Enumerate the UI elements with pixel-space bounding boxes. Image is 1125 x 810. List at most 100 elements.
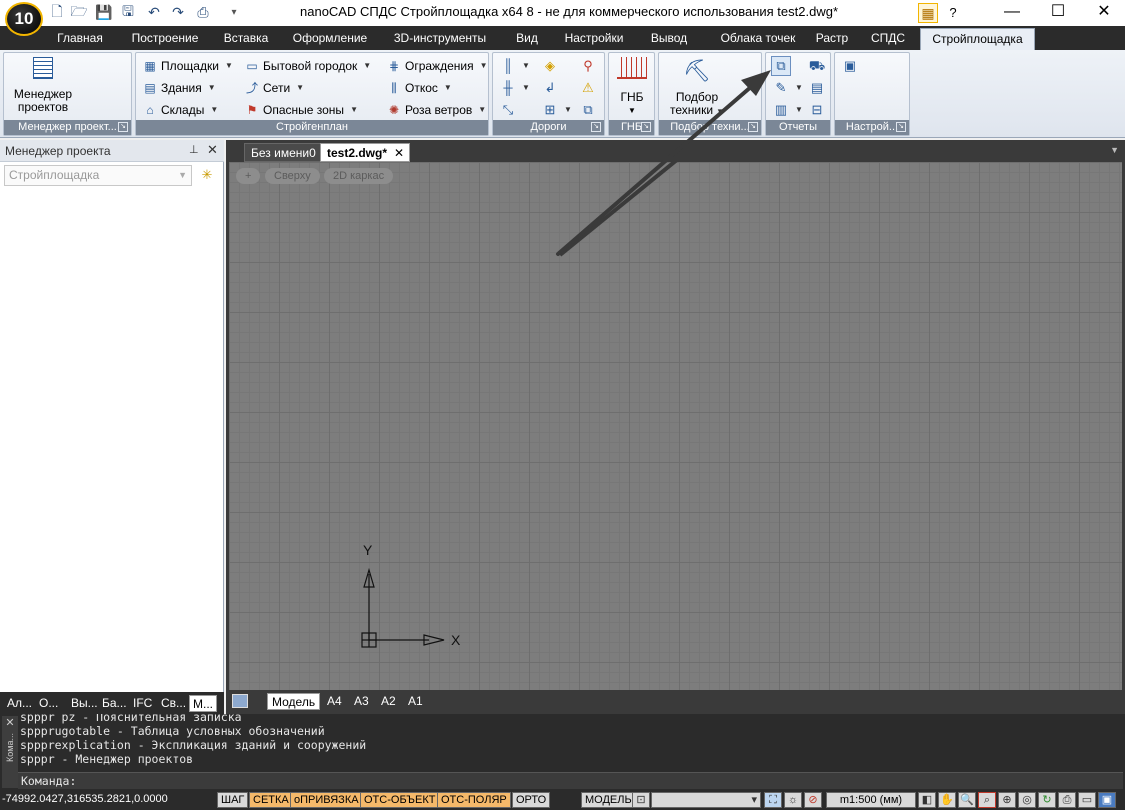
warning-sign-icon[interactable]: ⚠ xyxy=(579,79,597,97)
otkos-button[interactable]: ⫼ Откос ▼ xyxy=(386,78,452,98)
seti-button[interactable]: ⤴ Сети ▼ xyxy=(244,78,304,98)
sklady-button[interactable]: ⌂ Склады ▼ xyxy=(142,100,218,120)
command-window-handle[interactable]: ✕ Кома... xyxy=(2,716,18,788)
pin-road-icon[interactable]: ⚲ xyxy=(579,57,597,75)
tab-main[interactable]: Главная xyxy=(45,26,115,50)
road-curve-icon[interactable]: ⤡ xyxy=(499,101,517,119)
panel-tab[interactable]: Вы... xyxy=(68,695,101,712)
layout-tab-model[interactable]: Модель xyxy=(267,693,321,710)
report-document-icon[interactable]: ▤ xyxy=(808,79,826,97)
tab-design[interactable]: Оформление xyxy=(282,26,378,50)
hatch-icon[interactable]: ◧ xyxy=(918,792,936,808)
panel-tab[interactable]: Св... xyxy=(158,695,189,712)
customize-qa-icon[interactable]: ▾ xyxy=(225,4,243,21)
selection-filter-icon[interactable]: ⛶ xyxy=(764,792,782,808)
tab-spds[interactable]: СПДС xyxy=(862,26,914,50)
layout-tab[interactable]: A3 xyxy=(350,693,373,710)
viewport-icon[interactable]: ⊡ xyxy=(632,792,650,808)
print-preview-icon[interactable]: ⎙ xyxy=(1058,792,1076,808)
clean-screen-icon[interactable]: ▣ xyxy=(1098,792,1116,808)
undo-icon[interactable]: ↶ xyxy=(145,4,163,21)
road-grid-icon[interactable]: ⊞ xyxy=(541,101,559,119)
report-edit-icon[interactable]: ✎ xyxy=(772,79,790,97)
panel-tab[interactable]: IFC xyxy=(130,695,155,712)
road-crossing-icon[interactable]: ╫ xyxy=(499,79,517,97)
panel-tab[interactable]: Ал... xyxy=(4,695,35,712)
layout-tab[interactable]: A2 xyxy=(377,693,400,710)
command-input[interactable]: Команда: xyxy=(18,772,1123,789)
new-project-icon[interactable]: ✳ xyxy=(198,166,216,184)
layer-dropdown[interactable]: ▾ xyxy=(651,792,761,808)
osnap-toggle[interactable]: оПРИВЯЗКА xyxy=(290,792,363,808)
dialog-launcher-icon[interactable]: ↘ xyxy=(896,122,906,132)
pin-icon[interactable]: ⊥ xyxy=(189,143,199,156)
project-type-select[interactable]: Стройплощадка ▼ xyxy=(4,165,192,186)
tab-settings[interactable]: Настройки xyxy=(554,26,634,50)
opasnye-zony-button[interactable]: ⚑ Опасные зоны ▼ xyxy=(244,100,358,120)
maximize-button[interactable]: ☐ xyxy=(1035,0,1081,26)
dialog-launcher-icon[interactable]: ↘ xyxy=(118,122,128,132)
panel-tab[interactable]: О... xyxy=(36,695,61,712)
project-manager-button[interactable]: Менеджер проектов xyxy=(8,57,78,115)
zdaniya-button[interactable]: ▤ Здания ▼ xyxy=(142,78,215,98)
zoom-icon[interactable]: 🔍 xyxy=(958,792,976,808)
help-icon[interactable]: ? xyxy=(944,4,962,21)
scale-selector[interactable]: m1:500 (мм) xyxy=(826,792,916,808)
report-table-icon[interactable]: ▥ xyxy=(772,101,790,119)
snap-toggle[interactable]: ШАГ xyxy=(217,792,249,808)
prohibit-icon[interactable]: ⊘ xyxy=(804,792,822,808)
pan-hand-icon[interactable]: ✋ xyxy=(938,792,956,808)
road-sign-icon[interactable]: ◈ xyxy=(541,57,559,75)
refresh-icon[interactable]: ↻ xyxy=(1038,792,1056,808)
report-truck-icon[interactable]: ⛟ xyxy=(808,57,826,75)
tab-construction[interactable]: Построение xyxy=(120,26,210,50)
dialog-launcher-icon[interactable]: ↘ xyxy=(748,122,758,132)
report-grid-icon[interactable]: ⊟ xyxy=(808,101,826,119)
doc-tab-active[interactable]: test2.dwg* ✕ xyxy=(320,143,411,162)
tab-point-clouds[interactable]: Облака точек xyxy=(706,26,810,50)
minimize-button[interactable]: — xyxy=(989,0,1035,26)
tab-view[interactable]: Вид xyxy=(508,26,546,50)
roza-vetrov-button[interactable]: ✺ Роза ветров ▼ xyxy=(386,100,486,120)
fullscreen-icon[interactable]: ▭ xyxy=(1078,792,1096,808)
close-icon[interactable]: ✕ xyxy=(2,716,18,729)
doc-tab[interactable]: Без имени0 xyxy=(244,143,323,162)
tabs-menu-icon[interactable]: ▼ xyxy=(1110,145,1119,155)
layout-tab[interactable]: A4 xyxy=(323,693,346,710)
road-turn-icon[interactable]: ↲ xyxy=(541,79,559,97)
gnb-button[interactable]: ГНБ ▼ xyxy=(613,57,651,117)
grid-toggle[interactable]: СЕТКА xyxy=(249,792,293,808)
model-space-toggle[interactable]: МОДЕЛЬ xyxy=(581,792,636,808)
road-icon[interactable]: ║ xyxy=(499,57,517,75)
tab-stroyploshchadka[interactable]: Стройплощадка xyxy=(920,28,1035,50)
bytovoy-gorodok-button[interactable]: ▭ Бытовой городок ▼ xyxy=(244,56,371,76)
settings-window-icon[interactable]: ▣ xyxy=(841,57,859,75)
tab-insert[interactable]: Вставка xyxy=(214,26,278,50)
calendar-icon[interactable]: ▦ xyxy=(918,3,938,23)
print-icon[interactable]: ⎙ xyxy=(194,4,212,21)
dialog-launcher-icon[interactable]: ↘ xyxy=(641,122,651,132)
dialog-launcher-icon[interactable]: ↘ xyxy=(591,122,601,132)
panel-tab[interactable]: Ба... xyxy=(99,695,130,712)
layouts-menu-icon[interactable] xyxy=(232,694,248,708)
zoom-window-icon[interactable]: ⌕ xyxy=(978,792,996,808)
panel-close-button[interactable]: ✕ xyxy=(207,142,218,158)
tab-raster[interactable]: Растр xyxy=(812,26,852,50)
layout-tab[interactable]: A1 xyxy=(404,693,427,710)
report-copy-icon[interactable]: ⧉ xyxy=(771,56,791,76)
open-icon[interactable]: 🗁 xyxy=(70,3,88,21)
close-button[interactable]: ✕ xyxy=(1081,0,1125,26)
app-logo[interactable]: 10 xyxy=(5,2,43,36)
equipment-selection-button[interactable]: ⛏ Подбор техники ▼ xyxy=(663,57,731,117)
new-icon[interactable]: 🗋 xyxy=(48,3,66,21)
lightbulb-icon[interactable]: ☼ xyxy=(784,792,802,808)
tab-3d-tools[interactable]: 3D-инструменты xyxy=(384,26,496,50)
road-layout-icon[interactable]: ⧉ xyxy=(579,101,597,119)
redo-icon[interactable]: ↷ xyxy=(169,4,187,21)
panel-tab-active[interactable]: М... xyxy=(189,695,217,712)
zoom-extents-icon[interactable]: ⊕ xyxy=(998,792,1016,808)
ograzhdeniya-button[interactable]: ⋕ Ограждения ▼ xyxy=(386,56,488,76)
ortho-toggle[interactable]: ОРТО xyxy=(512,792,551,808)
close-icon[interactable]: ✕ xyxy=(394,144,404,162)
save-icon[interactable]: 💾 xyxy=(95,4,113,21)
